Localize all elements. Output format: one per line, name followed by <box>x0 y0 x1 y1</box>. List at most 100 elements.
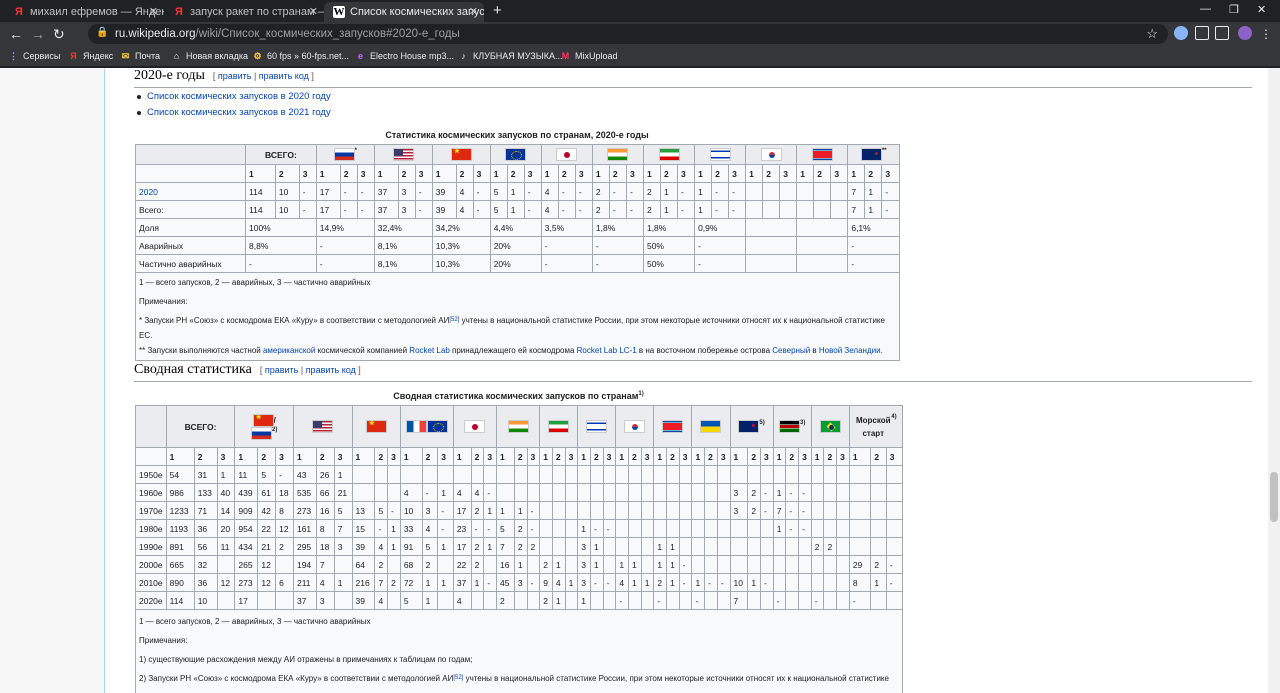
browser-tab[interactable]: Я запуск ракет по странам — Янд ✕ <box>164 2 324 22</box>
bookmark-item[interactable]: ✉ Почта <box>120 46 160 66</box>
table-cell <box>653 519 668 538</box>
close-window-icon[interactable]: ✕ <box>1257 3 1266 16</box>
bookmark-item[interactable]: M MixUpload <box>560 46 618 66</box>
table-cell: - <box>847 254 900 273</box>
browser-tab-active[interactable]: W Список космических запусков ✕ <box>324 2 484 22</box>
article-content: 2020-е годы[ править | править код ] Спи… <box>104 68 1268 693</box>
subheader-cell: 3 <box>574 164 593 183</box>
table-cell: 17 <box>315 200 341 219</box>
edit-link[interactable]: править <box>265 365 299 375</box>
table-cell <box>640 465 655 484</box>
table-cell: - <box>356 200 375 219</box>
table-cell <box>716 519 731 538</box>
bookmark-item[interactable]: ♪ КЛУБНАЯ МУЗЫКА... <box>458 46 562 66</box>
minimize-icon[interactable]: — <box>1200 3 1211 15</box>
year-link[interactable]: 2020 <box>139 187 158 197</box>
table-cell <box>602 465 617 484</box>
bookmark-item[interactable]: Я Яндекс <box>68 46 113 66</box>
scrollbar-thumb[interactable] <box>1270 472 1278 522</box>
extension-icon[interactable] <box>1215 26 1229 40</box>
table-cell: 909 <box>234 501 259 520</box>
table-cell: 7 <box>315 555 335 574</box>
table-cell: - <box>315 254 375 273</box>
table-cell: 1 <box>694 200 713 219</box>
table-cell: - <box>437 519 454 538</box>
table-cell <box>666 501 680 520</box>
table-cell <box>653 483 668 502</box>
reference-link[interactable]: [52] <box>449 317 459 323</box>
table-cell: - <box>414 182 433 201</box>
table-cell: 4 <box>540 182 559 201</box>
note: * Запуски РН «Союз» с космодрома ЕКА «Ку… <box>139 313 896 343</box>
table-cell <box>785 591 800 610</box>
table-cell <box>813 182 832 201</box>
table-cell <box>421 465 439 484</box>
close-icon[interactable]: ✕ <box>469 2 478 22</box>
table-cell: 1 <box>437 483 454 502</box>
table-cell: - <box>245 254 317 273</box>
reload-icon[interactable]: ↻ <box>53 25 65 43</box>
table-cell: 1 <box>333 573 353 592</box>
edit-source-link[interactable]: править код <box>306 365 356 375</box>
year-link[interactable]: Список космических запусков в 2021 году <box>147 107 331 118</box>
table-cell <box>526 591 541 610</box>
scrollbar[interactable] <box>1268 68 1280 693</box>
bookmark-item[interactable]: e Electro House mp3... <box>355 46 454 66</box>
address-bar[interactable]: 🔒 ru.wikipedia.org/wiki/Список_космическ… <box>88 24 1168 44</box>
table-cell: 3,5% <box>540 218 593 237</box>
edit-source-link[interactable]: править код <box>259 71 309 81</box>
year-link[interactable]: Список космических запусков в 2020 году <box>147 91 331 102</box>
table-cell: 1 <box>691 573 706 592</box>
bookmark-item[interactable]: ⚙ 60 fps » 60-fps.net... <box>252 46 349 66</box>
extension-icon[interactable] <box>1174 26 1188 40</box>
reference-link[interactable]: [52] <box>453 675 463 681</box>
close-icon[interactable]: ✕ <box>149 2 158 22</box>
screenshot-icon[interactable] <box>1195 26 1209 40</box>
table-cell <box>615 483 629 502</box>
subheader-cell: 3 <box>437 447 454 466</box>
table-cell: - <box>691 591 706 610</box>
table-cell <box>387 465 401 484</box>
bookmark-icon: ⚙ <box>253 51 262 61</box>
table-cell <box>785 537 800 556</box>
table-cell: 2 <box>823 537 838 556</box>
profile-avatar[interactable] <box>1238 26 1252 40</box>
flag-nz-icon <box>860 148 882 161</box>
table-cell: 17 <box>452 501 472 520</box>
back-icon[interactable]: ← <box>9 25 23 43</box>
menu-icon[interactable]: ⋮ <box>1260 25 1272 43</box>
close-icon[interactable]: ✕ <box>309 2 318 22</box>
note-link[interactable]: американской <box>263 346 315 355</box>
country-header <box>373 144 433 165</box>
newtab-icon: ⌂ <box>173 51 180 61</box>
table-cell <box>836 483 850 502</box>
note-link[interactable]: Rocket Lab <box>409 346 449 355</box>
table-cell: 3 <box>729 483 749 502</box>
subheader-cell: 2 <box>274 164 300 183</box>
table-cell <box>836 555 850 574</box>
bookmark-item[interactable]: ⌂ Новая вкладка <box>171 46 248 66</box>
table-cell: 10 <box>274 182 300 201</box>
forward-icon[interactable]: → <box>31 25 45 43</box>
note-link[interactable]: Северный <box>772 346 810 355</box>
table-cell: - <box>625 182 644 201</box>
table-cell: 1 <box>470 573 485 592</box>
note-link[interactable]: Rocket Lab LC-1 <box>577 346 637 355</box>
table-cell <box>760 591 774 610</box>
new-tab-icon[interactable]: + <box>493 2 502 20</box>
table-row: Частично аварийных - -8,1% 10,3% 20% - -50% - - <box>135 254 900 273</box>
table-cell: - <box>557 182 576 201</box>
table-cell <box>691 501 706 520</box>
browser-tab[interactable]: Я михаил ефремов — Яндекс: на ✕ <box>4 2 164 22</box>
edit-link[interactable]: править <box>218 71 252 81</box>
table-cell <box>836 519 850 538</box>
maximize-icon[interactable]: ❐ <box>1229 3 1239 16</box>
table-cell <box>135 447 167 466</box>
table-cell: - <box>728 182 747 201</box>
bookmark-star-icon[interactable]: ☆ <box>1146 26 1158 42</box>
table-cell: 37 <box>373 200 399 219</box>
subheader-cell: 2 <box>397 164 416 183</box>
note-link[interactable]: Новой Зеландии <box>819 346 881 355</box>
bookmark-item[interactable]: ⋮ Сервисы <box>8 46 60 66</box>
country-header: * <box>315 144 375 165</box>
